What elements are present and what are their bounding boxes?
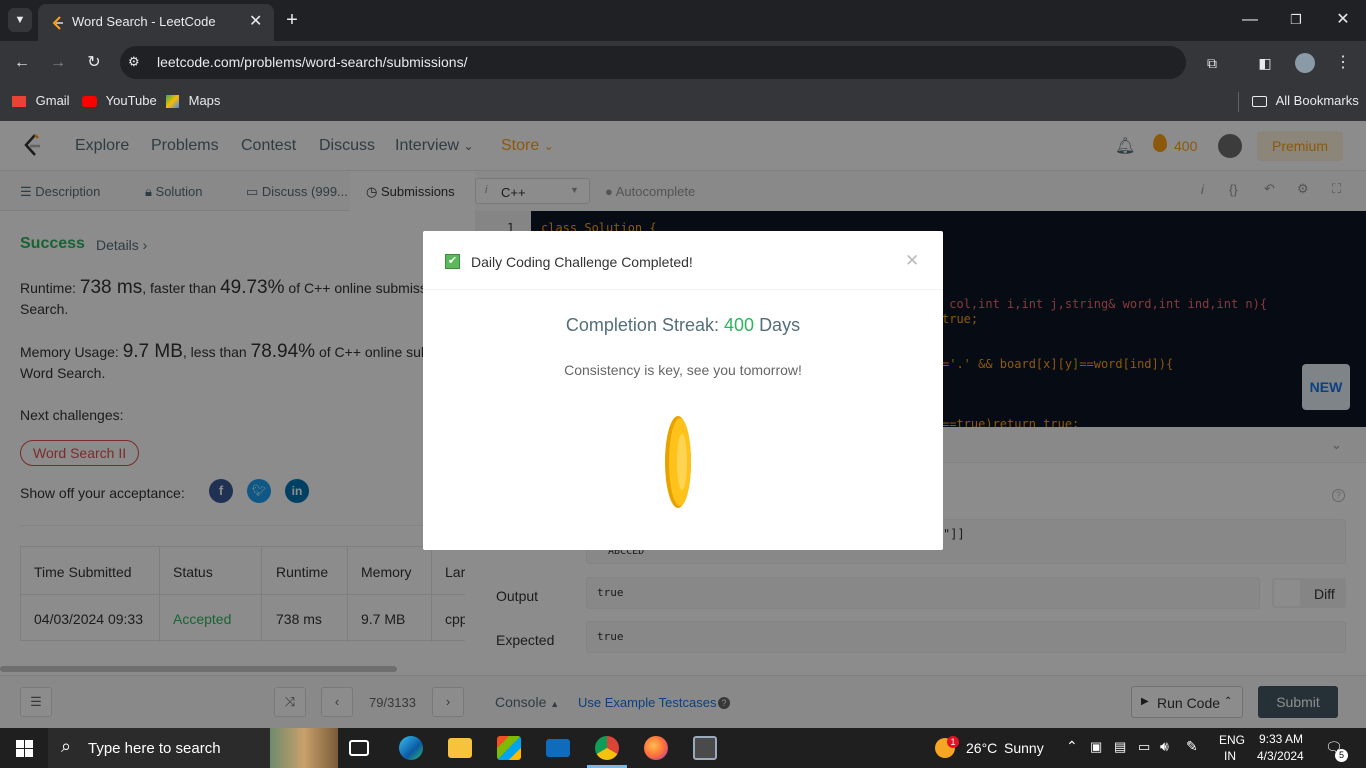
window-close-icon[interactable]: ✕ — [1331, 8, 1355, 32]
notification-badge: 5 — [1335, 749, 1348, 762]
minimize-icon[interactable]: — — [1238, 8, 1262, 32]
streak-unit: Days — [759, 315, 801, 335]
lang-in[interactable]: IN — [1224, 749, 1236, 763]
weather-badge: 1 — [947, 736, 959, 748]
omnibox[interactable]: ⚙ leetcode.com/problems/word-search/subm… — [120, 46, 1186, 79]
reload-icon[interactable]: ↻ — [82, 51, 106, 75]
search-icon: ⌕ — [61, 736, 72, 756]
network-icon[interactable]: ▤ — [1114, 739, 1126, 755]
volume-icon[interactable]: 🔊︎ — [1160, 738, 1169, 755]
battery-icon[interactable]: ▭ — [1138, 739, 1150, 755]
chrome-icon[interactable] — [595, 736, 619, 760]
pen-icon[interactable]: ✎ — [1186, 738, 1198, 755]
streak-line: Completion Streak: 400 Days — [423, 315, 943, 336]
weather-temp[interactable]: 26°C — [966, 740, 997, 756]
mail-icon[interactable] — [546, 739, 570, 757]
bookmark-label: Gmail — [35, 93, 70, 108]
file-explorer-icon[interactable] — [448, 738, 472, 758]
modal-title: Daily Coding Challenge Completed! — [471, 254, 693, 270]
all-bookmarks-label: All Bookmarks — [1275, 93, 1359, 108]
bookmark-youtube[interactable]: YouTube — [82, 93, 157, 108]
tab-search-chevron-icon[interactable]: ▼ — [8, 8, 32, 32]
site-info-icon[interactable]: ⚙ — [128, 54, 140, 70]
bookmark-gmail[interactable]: Gmail — [12, 93, 70, 108]
browser-tab[interactable]: Word Search - LeetCode ✕ — [38, 4, 274, 41]
tab-title: Word Search - LeetCode — [72, 14, 216, 29]
taskbar-search[interactable]: ⌕ Type here to search — [48, 728, 338, 768]
forward-icon[interactable]: → — [46, 51, 70, 75]
meet-now-icon[interactable]: ▣ — [1090, 739, 1102, 755]
new-tab-icon[interactable]: + — [280, 8, 304, 32]
bookmarks-divider — [1238, 92, 1239, 112]
bookmarks-bar: Gmail YouTube Maps All Bookmarks — [0, 84, 1366, 121]
tab-close-icon[interactable]: ✕ — [249, 11, 262, 31]
task-view-icon[interactable] — [349, 740, 369, 756]
windows-start-icon[interactable] — [16, 740, 33, 757]
weather-text[interactable]: Sunny — [1004, 740, 1044, 756]
side-panel-icon[interactable]: ◧ — [1253, 51, 1277, 75]
back-icon[interactable]: ← — [10, 51, 34, 75]
restore-icon[interactable]: ❐ — [1284, 8, 1308, 32]
calculator-icon[interactable] — [693, 736, 717, 760]
bookmark-maps[interactable]: Maps — [166, 93, 221, 109]
youtube-icon — [82, 96, 97, 108]
modal-header: ✔ Daily Coding Challenge Completed! ✕ — [423, 231, 943, 290]
lang-eng[interactable]: ENG — [1219, 733, 1245, 747]
folder-icon — [1252, 96, 1267, 108]
microsoft-store-icon[interactable] — [497, 736, 521, 760]
clock-date[interactable]: 4/3/2024 — [1257, 749, 1304, 763]
leetcode-favicon-icon — [52, 16, 63, 30]
all-bookmarks[interactable]: All Bookmarks — [1252, 93, 1359, 108]
tray-chevron-up-icon[interactable]: ⌃ — [1066, 738, 1078, 755]
modal-close-icon[interactable]: ✕ — [905, 251, 919, 271]
edge-icon[interactable] — [399, 736, 423, 760]
bookmark-label: Maps — [188, 93, 221, 108]
modal-message: Consistency is key, see you tomorrow! — [564, 362, 802, 378]
maps-icon — [166, 95, 179, 109]
clock-time[interactable]: 9:33 AM — [1259, 732, 1303, 746]
windows-taskbar: ⌕ Type here to search 1 26°C Sunny ⌃ ▣ ▤… — [0, 728, 1366, 768]
url-text: leetcode.com/problems/word-search/submis… — [157, 54, 468, 70]
streak-number: 400 — [724, 315, 755, 335]
spinning-coin-icon — [665, 416, 691, 508]
checkbox-check-icon: ✔ — [445, 254, 460, 269]
extensions-icon[interactable]: ⧉ — [1200, 51, 1224, 75]
search-placeholder: Type here to search — [88, 740, 221, 757]
bookmark-label: YouTube — [105, 93, 157, 108]
search-highlight-illustration — [270, 728, 338, 768]
browser-tab-bar: ▼ Word Search - LeetCode ✕ + — ❐ ✕ — [0, 0, 1366, 41]
daily-challenge-modal: ✔ Daily Coding Challenge Completed! ✕ Co… — [423, 231, 943, 550]
streak-label: Completion Streak: — [565, 315, 719, 335]
profile-avatar[interactable] — [1295, 53, 1315, 73]
firefox-icon[interactable] — [644, 736, 668, 760]
gmail-icon — [12, 96, 26, 108]
menu-kebab-icon[interactable]: ⋮ — [1331, 51, 1355, 75]
